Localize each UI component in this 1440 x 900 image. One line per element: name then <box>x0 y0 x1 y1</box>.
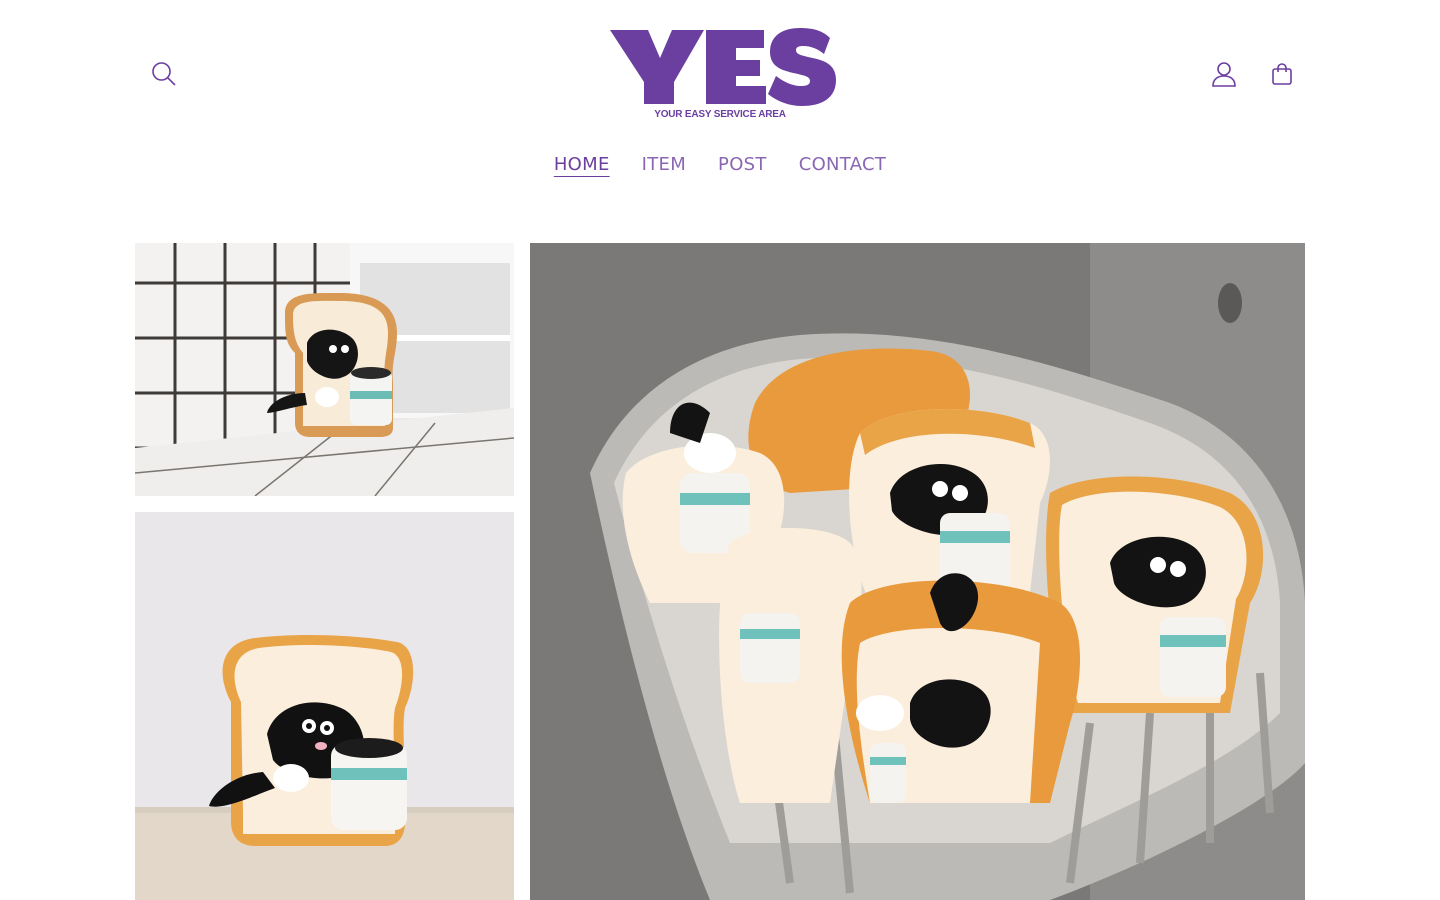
product-photo-window <box>135 243 514 496</box>
site-header: YOUR EASY SERVICE AREA HOME ITEM POST CO… <box>0 0 1440 215</box>
user-icon <box>1212 62 1236 87</box>
account-button[interactable] <box>1202 52 1246 96</box>
nav-item-home[interactable]: HOME <box>554 150 610 179</box>
logo-tagline: YOUR EASY SERVICE AREA <box>654 109 786 120</box>
nav-item-contact[interactable]: CONTACT <box>799 150 886 179</box>
gallery-image-basket[interactable] <box>530 243 1305 900</box>
shopping-bag-icon <box>1272 63 1292 85</box>
search-icon <box>152 62 176 86</box>
nav-item-item[interactable]: ITEM <box>642 150 686 179</box>
nav-item-post[interactable]: POST <box>718 150 767 179</box>
search-button[interactable] <box>142 52 186 96</box>
product-photo-basket <box>530 243 1305 900</box>
gallery-image-window-ledge[interactable] <box>135 243 514 496</box>
logo-mark <box>610 28 836 106</box>
cart-button[interactable] <box>1260 52 1304 96</box>
product-photo-wall <box>135 512 514 900</box>
main-nav: HOME ITEM POST CONTACT <box>0 150 1440 179</box>
gallery-image-white-wall[interactable] <box>135 512 514 900</box>
site-logo[interactable]: YOUR EASY SERVICE AREA <box>600 24 840 124</box>
